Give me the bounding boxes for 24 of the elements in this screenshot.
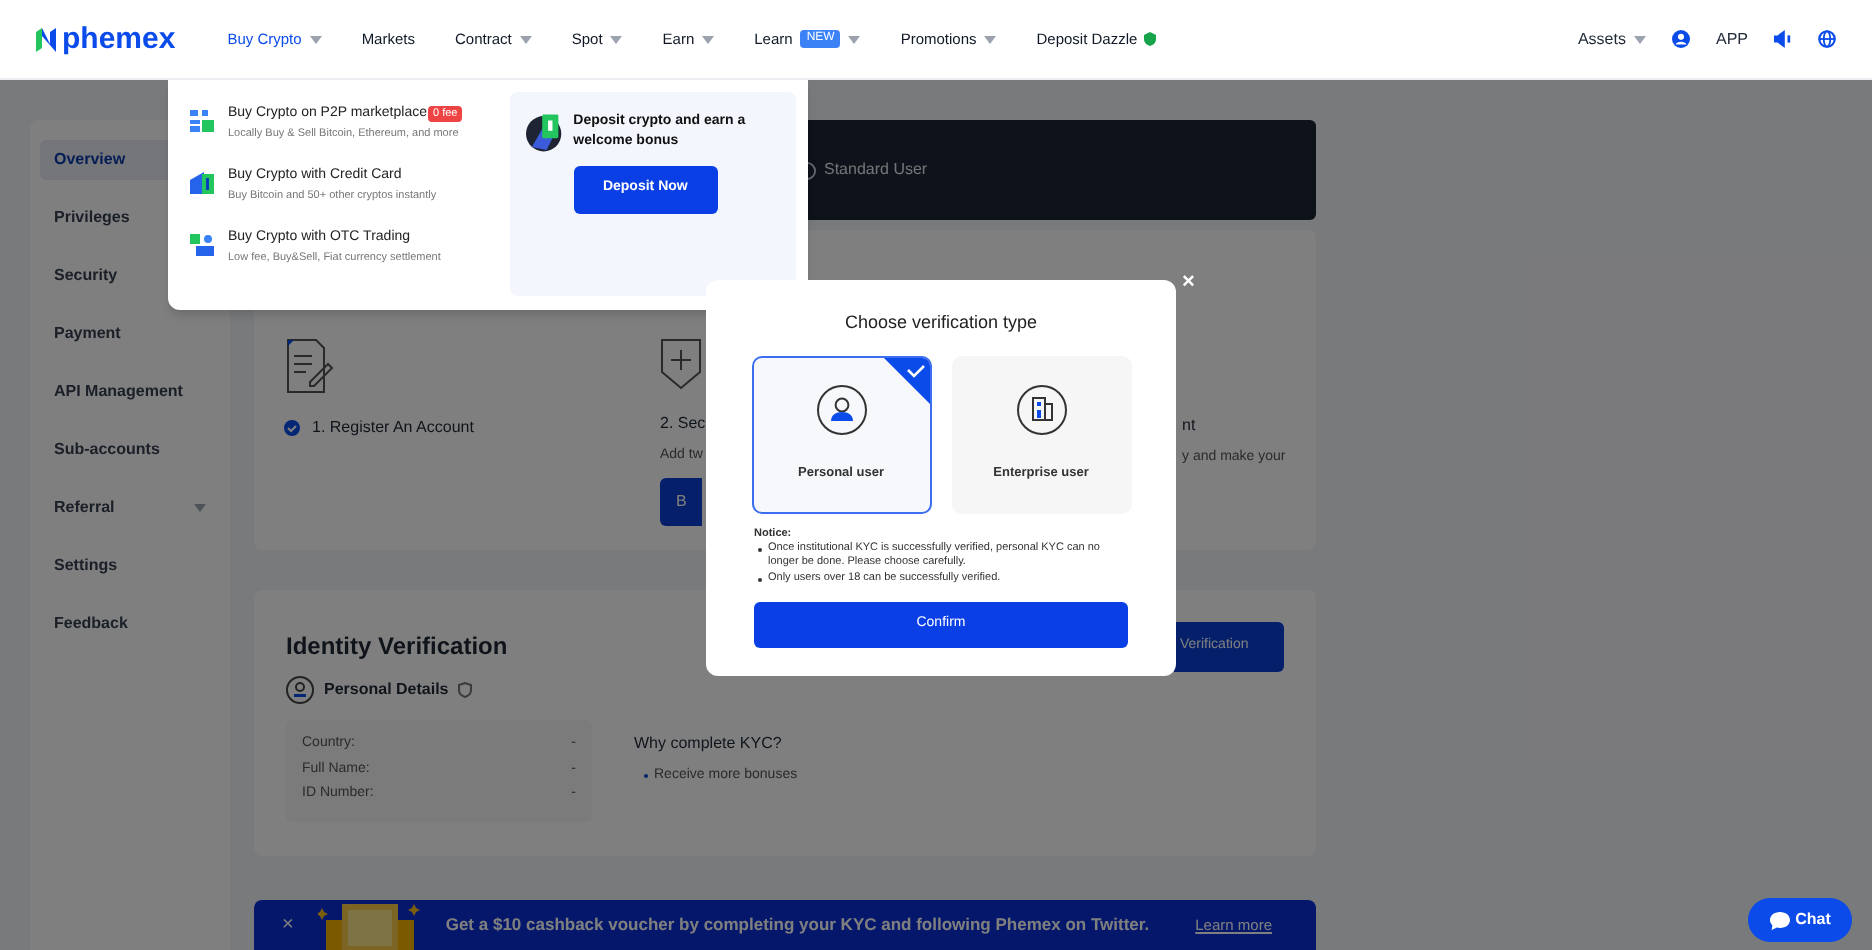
app-link[interactable]: APP	[1715, 27, 1748, 51]
banner-text: Get a $10 cashback voucher by completing your KYC and following Phemex on Twitter.	[445, 912, 1150, 938]
chat-button[interactable]: Chat	[1748, 898, 1852, 942]
step-label: 1. Register An Account	[312, 416, 474, 440]
sidebar-item[interactable]: Privileges	[40, 198, 220, 238]
account-level: Standard User	[824, 158, 928, 182]
sidebar-item[interactable]: Referral	[40, 488, 220, 528]
sidebar-item[interactable]: API Management	[40, 372, 220, 412]
step-title: nt	[1182, 414, 1198, 438]
close-button[interactable]: ×	[1182, 272, 1195, 294]
step-title: 2. Sec	[660, 412, 702, 436]
logo-text[interactable]: phemex	[62, 24, 176, 54]
sidebar-item[interactable]: Settings	[40, 546, 220, 586]
personal-details-label: Personal Details	[324, 678, 449, 702]
sidebar-item[interactable]: Feedback	[40, 604, 220, 644]
dialog-title: Choose verification type	[844, 310, 1038, 336]
why-kyc-title: Why complete KYC?	[634, 732, 784, 756]
sidebar-item[interactable]: Sub-accounts	[40, 430, 220, 470]
sidebar-item[interactable]: Payment	[40, 314, 220, 354]
section-title: Identity Verification	[286, 630, 508, 664]
sidebar-item[interactable]: Security	[40, 256, 220, 296]
assets-menu[interactable]: Assets	[1577, 27, 1646, 51]
step-button[interactable]: B	[660, 477, 702, 525]
close-button[interactable]: ×	[282, 910, 294, 940]
